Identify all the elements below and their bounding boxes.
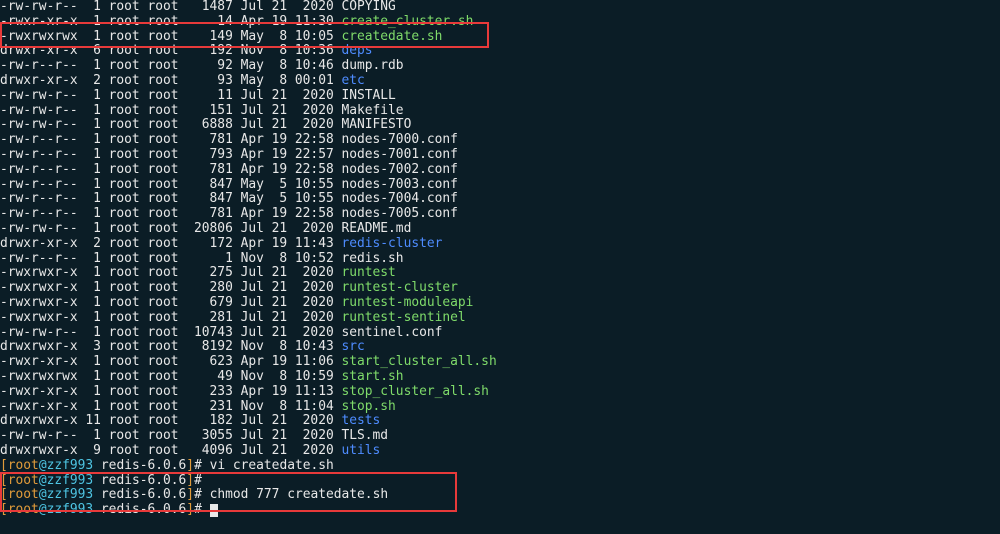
file-name: nodes-7003.conf <box>341 177 457 192</box>
prompt-cwd: redis-6.0.6 <box>101 458 186 473</box>
file-row: -rw-r--r-- 1 root root 793 Apr 19 22:57 … <box>0 148 1000 163</box>
prompt-host: zzf993 <box>47 487 94 502</box>
file-name: sentinel.conf <box>341 325 442 340</box>
file-row: -rwxrwxr-x 1 root root 280 Jul 21 2020 r… <box>0 281 1000 296</box>
file-name: start.sh <box>341 369 403 384</box>
file-name: create_cluster.sh <box>341 14 473 29</box>
file-row: drwxr-xr-x 2 root root 172 Apr 19 11:43 … <box>0 237 1000 252</box>
file-row: -rwxr-xr-x 1 root root 14 Apr 19 11:30 c… <box>0 15 1000 30</box>
file-row: -rwxr-xr-x 1 root root 623 Apr 19 11:06 … <box>0 355 1000 370</box>
file-row: -rw-r--r-- 1 root root 847 May 5 10:55 n… <box>0 178 1000 193</box>
file-name: redis.sh <box>341 251 403 266</box>
file-name: COPYING <box>341 0 395 14</box>
prompt-host: zzf993 <box>47 502 94 517</box>
file-name: README.md <box>341 221 411 236</box>
file-row: -rw-rw-r-- 1 root root 20806 Jul 21 2020… <box>0 222 1000 237</box>
file-name: runtest <box>341 265 395 280</box>
file-row: -rwxrwxrwx 1 root root 149 May 8 10:05 c… <box>0 30 1000 45</box>
file-name: nodes-7000.conf <box>341 132 457 147</box>
prompt-cwd: redis-6.0.6 <box>101 487 186 502</box>
prompt-user: root <box>8 502 39 517</box>
file-row: drwxrwxr-x 9 root root 4096 Jul 21 2020 … <box>0 444 1000 459</box>
file-row: drwxr-xr-x 6 root root 192 Nov 8 10:36 d… <box>0 44 1000 59</box>
file-name: utils <box>341 443 380 458</box>
file-name: stop_cluster_all.sh <box>341 384 488 399</box>
file-row: drwxr-xr-x 2 root root 93 May 8 00:01 et… <box>0 74 1000 89</box>
prompt-host: zzf993 <box>47 458 94 473</box>
file-name: runtest-moduleapi <box>341 295 473 310</box>
prompt-line: [root@zzf993 redis-6.0.6]# chmod 777 cre… <box>0 488 1000 503</box>
prompt-user: root <box>8 473 39 488</box>
prompt-user: root <box>8 458 39 473</box>
prompt-command: chmod 777 createdate.sh <box>210 487 389 502</box>
file-row: -rw-r--r-- 1 root root 781 Apr 19 22:58 … <box>0 163 1000 178</box>
file-name: src <box>341 339 364 354</box>
file-row: -rw-rw-r-- 1 root root 3055 Jul 21 2020 … <box>0 429 1000 444</box>
file-row: -rw-rw-r-- 1 root root 11 Jul 21 2020 IN… <box>0 89 1000 104</box>
terminal-output[interactable]: -rw-rw-r-- 1 root root 1487 Jul 21 2020 … <box>0 0 1000 518</box>
prompt-line: [root@zzf993 redis-6.0.6]# vi createdate… <box>0 459 1000 474</box>
file-name: nodes-7002.conf <box>341 162 457 177</box>
file-name: dump.rdb <box>341 58 403 73</box>
file-row: -rwxrwxrwx 1 root root 49 Nov 8 10:59 st… <box>0 370 1000 385</box>
file-row: -rwxrwxr-x 1 root root 679 Jul 21 2020 r… <box>0 296 1000 311</box>
file-row: -rwxr-xr-x 1 root root 233 Apr 19 11:13 … <box>0 385 1000 400</box>
file-row: drwxrwxr-x 11 root root 182 Jul 21 2020 … <box>0 414 1000 429</box>
file-name: redis-cluster <box>341 236 442 251</box>
file-row: -rw-rw-r-- 1 root root 6888 Jul 21 2020 … <box>0 118 1000 133</box>
file-name: TLS.md <box>341 428 388 443</box>
prompt-line[interactable]: [root@zzf993 redis-6.0.6]# <box>0 503 1000 518</box>
file-name: Makefile <box>341 103 403 118</box>
file-name: INSTALL <box>341 88 395 103</box>
file-row: -rw-r--r-- 1 root root 781 Apr 19 22:58 … <box>0 207 1000 222</box>
file-row: -rw-r--r-- 1 root root 92 May 8 10:46 du… <box>0 59 1000 74</box>
file-row: -rw-r--r-- 1 root root 781 Apr 19 22:58 … <box>0 133 1000 148</box>
prompt-cwd: redis-6.0.6 <box>101 502 186 517</box>
prompt-cwd: redis-6.0.6 <box>101 473 186 488</box>
file-row: -rwxr-xr-x 1 root root 231 Nov 8 11:04 s… <box>0 400 1000 415</box>
file-name: nodes-7001.conf <box>341 147 457 162</box>
file-name: nodes-7004.conf <box>341 191 457 206</box>
file-row: -rw-rw-r-- 1 root root 1487 Jul 21 2020 … <box>0 0 1000 15</box>
file-name: runtest-sentinel <box>341 310 465 325</box>
file-name: etc <box>341 73 364 88</box>
file-row: drwxrwxr-x 3 root root 8192 Nov 8 10:43 … <box>0 340 1000 355</box>
file-row: -rw-rw-r-- 1 root root 151 Jul 21 2020 M… <box>0 104 1000 119</box>
file-row: -rw-r--r-- 1 root root 847 May 5 10:55 n… <box>0 192 1000 207</box>
file-row: -rwxrwxr-x 1 root root 281 Jul 21 2020 r… <box>0 311 1000 326</box>
file-name: tests <box>341 413 380 428</box>
file-name: start_cluster_all.sh <box>341 354 496 369</box>
prompt-line: [root@zzf993 redis-6.0.6]# <box>0 474 1000 489</box>
file-name: nodes-7005.conf <box>341 206 457 221</box>
file-name: deps <box>341 43 372 58</box>
file-row: -rw-rw-r-- 1 root root 10743 Jul 21 2020… <box>0 326 1000 341</box>
file-row: -rw-r--r-- 1 root root 1 Nov 8 10:52 red… <box>0 252 1000 267</box>
file-name: runtest-cluster <box>341 280 457 295</box>
prompt-user: root <box>8 487 39 502</box>
file-name: MANIFESTO <box>341 117 411 132</box>
file-name: createdate.sh <box>341 29 442 44</box>
prompt-command: vi createdate.sh <box>210 458 334 473</box>
file-row: -rwxrwxr-x 1 root root 275 Jul 21 2020 r… <box>0 266 1000 281</box>
cursor <box>210 504 218 517</box>
file-name: stop.sh <box>341 399 395 414</box>
prompt-host: zzf993 <box>47 473 94 488</box>
